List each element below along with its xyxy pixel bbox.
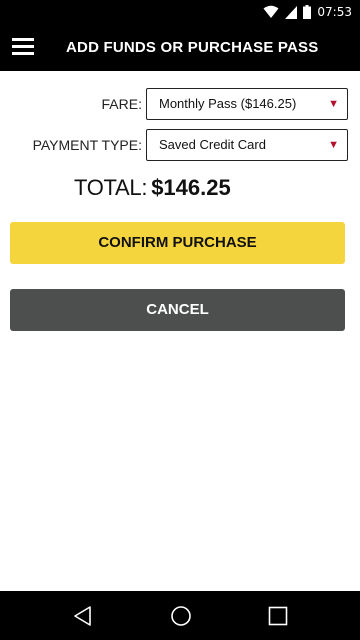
fare-select[interactable]: Monthly Pass ($146.25) ▼ bbox=[146, 88, 348, 120]
fare-select-value: Monthly Pass ($146.25) bbox=[159, 96, 297, 111]
fare-row: FARE: Monthly Pass ($146.25) ▼ bbox=[0, 88, 360, 120]
status-time: 07:53 bbox=[317, 5, 352, 19]
confirm-purchase-button[interactable]: CONFIRM PURCHASE bbox=[10, 222, 345, 264]
home-icon[interactable] bbox=[168, 603, 194, 629]
back-icon[interactable] bbox=[70, 603, 96, 629]
fare-label: FARE: bbox=[101, 96, 142, 112]
dropdown-arrow-icon: ▼ bbox=[328, 139, 339, 151]
total-label: TOTAL: bbox=[74, 175, 148, 200]
total-amount: $146.25 bbox=[151, 175, 231, 200]
payment-type-label: PAYMENT TYPE: bbox=[32, 137, 142, 153]
signal-icon bbox=[285, 5, 298, 19]
cancel-button[interactable]: CANCEL bbox=[10, 289, 345, 331]
app-bar: ADD FUNDS OR PURCHASE PASS bbox=[0, 24, 360, 71]
payment-type-row: PAYMENT TYPE: Saved Credit Card ▼ bbox=[0, 129, 360, 161]
dropdown-arrow-icon: ▼ bbox=[328, 98, 339, 110]
total: TOTAL: $146.25 bbox=[74, 173, 231, 203]
page-title: ADD FUNDS OR PURCHASE PASS bbox=[66, 39, 319, 56]
system-nav-bar bbox=[0, 591, 360, 640]
battery-icon bbox=[303, 5, 312, 19]
status-bar: 07:53 bbox=[0, 0, 360, 24]
wifi-icon bbox=[263, 5, 279, 18]
payment-type-select[interactable]: Saved Credit Card ▼ bbox=[146, 129, 348, 161]
hamburger-menu-icon[interactable] bbox=[12, 36, 36, 58]
status-icons: 07:53 bbox=[263, 0, 352, 24]
recents-icon[interactable] bbox=[265, 603, 291, 629]
payment-type-select-value: Saved Credit Card bbox=[159, 137, 266, 152]
